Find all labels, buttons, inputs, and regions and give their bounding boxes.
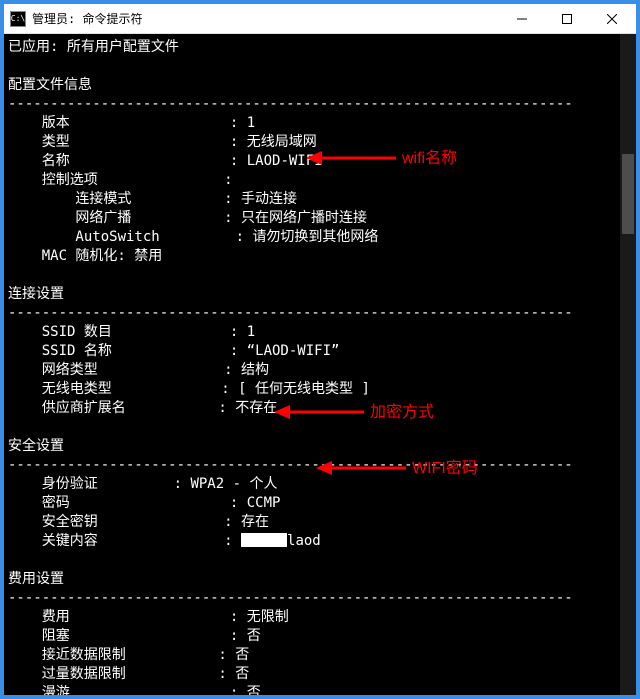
row-val: 1 bbox=[247, 324, 255, 340]
row-val: LAOD-WIFI bbox=[247, 153, 323, 169]
annotation-encryption: 加密方式 bbox=[274, 402, 434, 422]
titlebar[interactable]: C:\ 管理员: 命令提示符 bbox=[4, 4, 636, 34]
row-val: WPA2 - 个人 bbox=[190, 476, 277, 492]
section-header: 连接设置 bbox=[8, 286, 64, 302]
annotation-wifi-name: wifi名称 bbox=[306, 148, 457, 168]
line: 已应用: 所有用户配置文件 bbox=[8, 39, 179, 55]
cmd-icon: C:\ bbox=[10, 11, 26, 27]
row-key: 类型 bbox=[8, 134, 70, 150]
line: ----------------------------------------… bbox=[8, 457, 573, 473]
row-key: 无线电类型 bbox=[8, 381, 112, 397]
row-key: 安全密钥 bbox=[8, 514, 98, 530]
row-val: 否 bbox=[247, 628, 261, 644]
row-val: 结构 bbox=[241, 362, 269, 378]
row-val: 手动连接 bbox=[241, 191, 297, 207]
arrow-icon bbox=[274, 402, 364, 422]
section-header: 费用设置 bbox=[8, 571, 64, 587]
row-key: 控制选项 bbox=[8, 172, 98, 188]
line: ----------------------------------------… bbox=[8, 590, 573, 606]
censored-block bbox=[241, 533, 287, 547]
line: ----------------------------------------… bbox=[8, 96, 573, 112]
line: ----------------------------------------… bbox=[8, 305, 573, 321]
row-val: 不存在 bbox=[235, 400, 277, 416]
row-key: 连接模式 bbox=[8, 191, 131, 207]
row-key: 供应商扩展名 bbox=[8, 400, 126, 416]
window-title: 管理员: 命令提示符 bbox=[32, 10, 499, 27]
terminal-area[interactable]: 已应用: 所有用户配置文件 配置文件信息 -------------------… bbox=[4, 34, 636, 695]
row-key: SSID 数目 bbox=[8, 324, 112, 340]
annotation-label: 加密方式 bbox=[370, 403, 434, 422]
section-header: 配置文件信息 bbox=[8, 77, 92, 93]
row-val: 1 bbox=[247, 115, 255, 131]
row-key: 身份验证 bbox=[8, 476, 98, 492]
row-key: 阻塞 bbox=[8, 628, 70, 644]
row-val: 否 bbox=[235, 647, 249, 663]
row-key: 版本 bbox=[8, 115, 70, 131]
row-val: CCMP bbox=[247, 495, 281, 511]
row-key: 过量数据限制 bbox=[8, 666, 126, 682]
row-key: 费用 bbox=[8, 609, 70, 625]
row-val: 无线局域网 bbox=[247, 134, 317, 150]
scrollbar-thumb[interactable] bbox=[622, 154, 634, 234]
row-val: 存在 bbox=[241, 514, 269, 530]
section-header: 安全设置 bbox=[8, 438, 64, 454]
maximize-button[interactable] bbox=[544, 5, 589, 33]
row-val: [ 任何无线电类型 ] bbox=[238, 381, 370, 397]
row-val: 无限制 bbox=[247, 609, 289, 625]
row-key: 网络类型 bbox=[8, 362, 98, 378]
row-key: 密码 bbox=[8, 495, 70, 511]
row-val: 请勿切换到其他网络 bbox=[252, 229, 378, 245]
row-val: 否 bbox=[247, 685, 261, 695]
row-key: 漫游 bbox=[8, 685, 70, 695]
row-key: SSID 名称 bbox=[8, 343, 112, 359]
annotation-label: wifi名称 bbox=[402, 149, 457, 168]
row-key: 名称 bbox=[8, 153, 70, 169]
row-key: 网络广播 bbox=[8, 210, 131, 226]
row-val: “LAOD-WIFI” bbox=[247, 343, 340, 359]
row-val: 只在网络广播时连接 bbox=[241, 210, 367, 226]
command-prompt-window: C:\ 管理员: 命令提示符 已应用: 所有用户配置文件 配置文件信息 ----… bbox=[0, 0, 640, 699]
row-key: 接近数据限制 bbox=[8, 647, 126, 663]
close-button[interactable] bbox=[589, 5, 634, 33]
scrollbar[interactable] bbox=[620, 34, 636, 695]
row-val: 否 bbox=[235, 666, 249, 682]
row-val: laod bbox=[287, 533, 321, 549]
row-key: AutoSwitch bbox=[8, 229, 160, 245]
row-key: MAC 随机化: 禁用 bbox=[8, 248, 162, 264]
row-key: 关键内容 bbox=[8, 533, 98, 549]
minimize-button[interactable] bbox=[499, 5, 544, 33]
